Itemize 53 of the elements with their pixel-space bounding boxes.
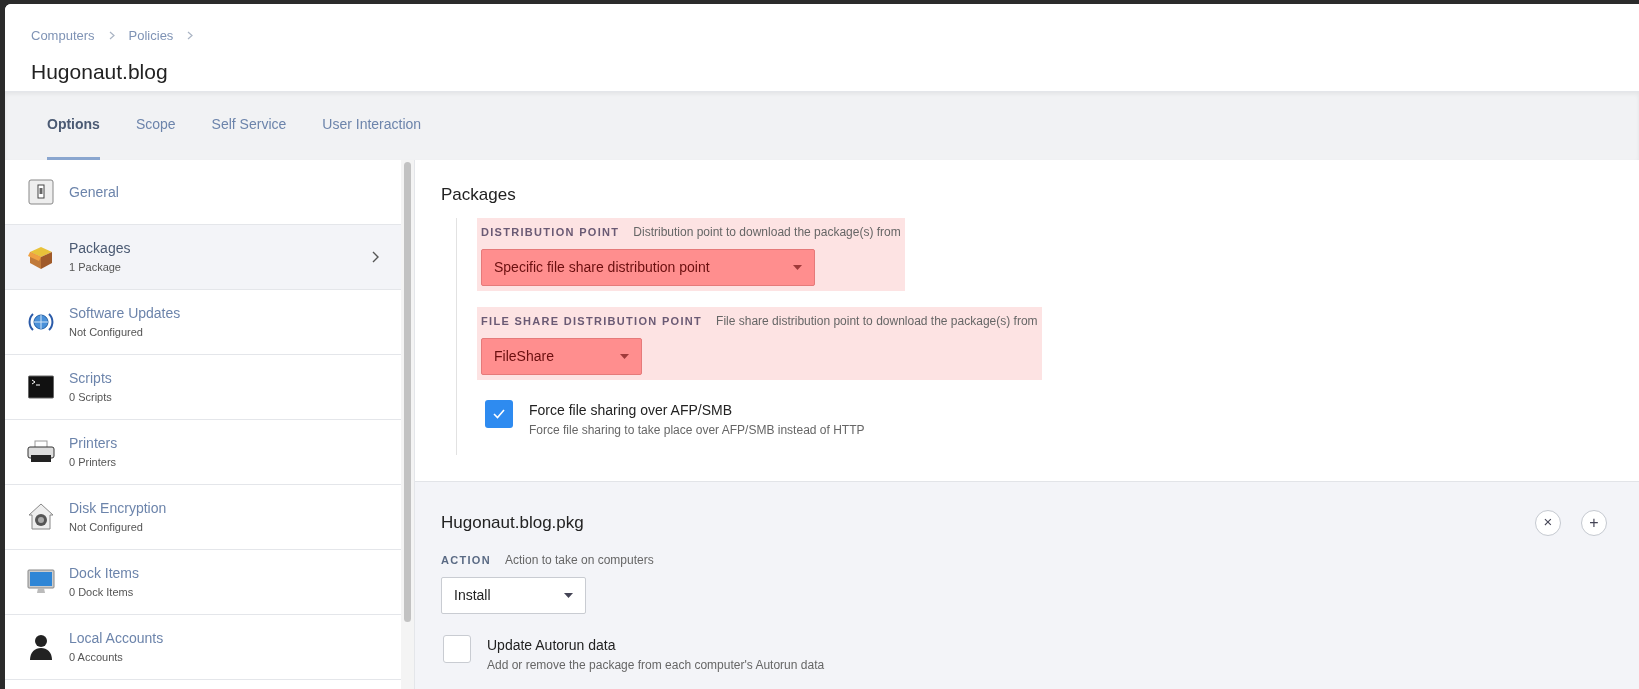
- chevron-icon: [372, 251, 379, 263]
- remove-button[interactable]: ×: [1535, 509, 1561, 536]
- item-title: Packages: [69, 239, 132, 259]
- option-description: Force file sharing to take place over AFP/SMB instead of HTTP: [529, 421, 865, 439]
- option-label: Force file sharing over AFP/SMB: [529, 400, 734, 420]
- field-hint: Action to take on computers: [504, 551, 654, 569]
- item-title: Local Accounts: [69, 629, 165, 649]
- monitor-icon: [27, 569, 55, 595]
- item-title: General: [69, 182, 120, 202]
- scrollbar[interactable]: [401, 160, 414, 689]
- option-label: Update Autorun data: [487, 635, 617, 655]
- checkbox[interactable]: [485, 399, 513, 428]
- item-subtitle: 1 Package: [69, 260, 122, 276]
- printer-icon: [27, 440, 55, 464]
- checkmark-icon: [493, 408, 505, 419]
- option-description: Add or remove the package from each computer's Autorun data: [487, 656, 825, 674]
- checkbox[interactable]: [443, 634, 471, 663]
- chevron-icon: [187, 31, 194, 41]
- chevron-icon: [108, 31, 115, 41]
- field-hint: Distribution point to download the package(s) from: [633, 223, 901, 241]
- section-heading: Packages: [441, 184, 517, 206]
- select-dropdown[interactable]: Specific file share distribution point: [481, 248, 815, 286]
- select-dropdown[interactable]: FileShare: [481, 337, 642, 375]
- select-dropdown[interactable]: Install: [441, 576, 586, 614]
- field-hint: File share distribution point to download the package(s) from: [716, 312, 1038, 330]
- item-subtitle: Not Configured: [69, 520, 144, 536]
- item-subtitle: 0 Printers: [69, 455, 118, 471]
- package-name: Hugonaut.blog.pkg: [441, 511, 584, 534]
- item-title: Software Updates: [69, 304, 182, 324]
- item-title: Printers: [69, 434, 119, 454]
- field-label: DISTRIBUTION POINT: [481, 224, 620, 240]
- tab[interactable]: Scope: [135, 92, 176, 160]
- tab[interactable]: User Interaction: [322, 92, 422, 160]
- caret-icon: [620, 353, 629, 359]
- add-button[interactable]: +: [1581, 509, 1607, 536]
- tab[interactable]: Self Service: [211, 92, 287, 160]
- caret-icon: [564, 592, 573, 598]
- page-title: Hugonaut.blog: [31, 58, 169, 85]
- vault-house-icon: [27, 503, 55, 531]
- sidebar-item[interactable]: Packages 1 Package: [5, 225, 401, 290]
- field-label: ACTION: [441, 552, 491, 568]
- field-label: FILE SHARE DISTRIBUTION POINT: [481, 313, 703, 329]
- caret-icon: [793, 264, 802, 270]
- item-subtitle: 0 Accounts: [69, 650, 124, 666]
- item-subtitle: 0 Scripts: [69, 390, 113, 406]
- item-title: Scripts: [69, 369, 113, 389]
- item-subtitle: 0 Dock Items: [69, 585, 135, 601]
- item-subtitle: Not Configured: [69, 325, 144, 341]
- item-title: Dock Items: [69, 564, 140, 584]
- settings-switch-icon: [27, 179, 55, 205]
- item-title: Disk Encryption: [69, 499, 168, 519]
- terminal-icon: [27, 375, 55, 399]
- person-silhouette-icon: [27, 633, 55, 661]
